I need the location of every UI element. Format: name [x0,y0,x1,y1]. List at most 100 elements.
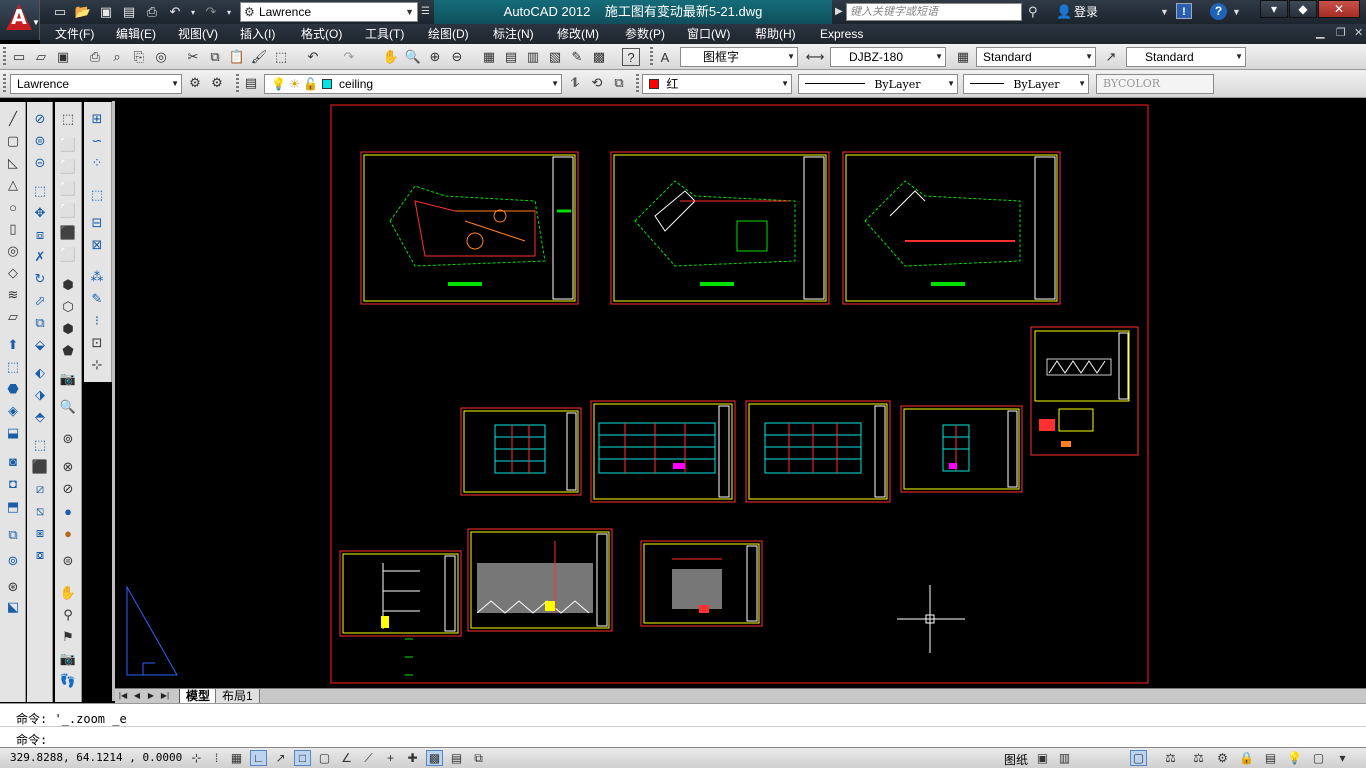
doc-restore-icon[interactable]: ❐ [1336,26,1346,39]
publish-icon[interactable]: ⎘ [130,48,148,66]
erase-icon[interactable]: ⊘ [31,110,49,128]
grid-icon[interactable]: ▦ [228,750,245,766]
table-style-combo[interactable]: Standard ▼ [976,47,1096,67]
workspace-switch-icon[interactable]: ⚙ [1214,750,1231,766]
point-icon[interactable]: ◈ [4,402,22,420]
plot-icon[interactable]: ⎙ [142,3,162,21]
redo-dropdown-icon[interactable]: ▾ [224,3,234,21]
doc-close-icon[interactable]: ✕ [1354,26,1363,39]
lineweight-toggle-icon[interactable]: ✚ [404,750,421,766]
cone-icon[interactable]: ⬜ [59,180,77,198]
sweep-icon[interactable]: ⧇ [31,546,49,564]
match-properties-icon[interactable]: 🖌 [250,48,268,66]
selection-cycling-icon[interactable]: ⧉ [470,750,487,766]
osnap-icon[interactable]: □ [294,750,311,766]
region-icon[interactable]: ◘ [4,474,22,492]
color-combo[interactable]: 红 ▼ [642,74,792,94]
workspace-dropdown[interactable]: ⚙ Lawrence ▼ [240,2,418,22]
orbit-icon[interactable]: ⊚ [59,430,77,448]
circle-icon[interactable]: ◎ [4,242,22,260]
camera-icon[interactable]: 📷 [59,370,77,388]
intersect-icon[interactable]: ⬟ [59,342,77,360]
open-icon[interactable]: ▱ [32,48,50,66]
materials-icon[interactable]: ⊜ [59,552,77,570]
snap-tracking-icon[interactable]: ⬚ [88,186,106,204]
dim-style-icon[interactable]: ⟷ [806,48,825,66]
undo-dropdown-icon[interactable]: ▾ [188,3,198,21]
markup-icon[interactable]: ✎ [568,48,586,66]
3d-osnap-icon[interactable]: ▢ [316,750,333,766]
last-tab-icon[interactable]: ▶| [159,690,171,702]
tab-layout1[interactable]: 布局1 [215,689,260,704]
revolve-icon[interactable]: ⧆ [31,524,49,542]
construction-line-icon[interactable]: ▢ [4,132,22,150]
offset-icon[interactable]: ⬚ [31,182,49,200]
subtract-icon[interactable]: ⬢ [59,320,77,338]
plotstyle-combo[interactable]: BYCOLOR [1096,74,1214,94]
layer-previous-icon[interactable]: ⟲ [588,74,606,92]
3d-polyline-icon[interactable]: ⬚ [59,110,77,128]
snap-quadrant-icon[interactable]: ⁂ [88,268,106,286]
save-icon[interactable]: ▣ [54,48,72,66]
redo-icon[interactable]: ↷ [340,48,358,66]
snap-midpoint-icon[interactable]: ∽ [88,132,106,150]
make-block-icon[interactable]: ⬣ [4,380,22,398]
snap-nearest-icon[interactable]: ⊹ [88,356,106,374]
minimize-button[interactable]: ▾ [1260,0,1288,18]
snap-mode-icon[interactable]: ⁞ [208,750,225,766]
save-as-icon[interactable]: ▤ [119,3,139,21]
box-icon[interactable]: ⊛ [4,578,22,596]
login-dropdown-icon[interactable]: ▼ [1160,3,1169,21]
login-link[interactable]: 登录 [1074,3,1098,21]
zoom-icon[interactable]: 🔍 [59,398,77,416]
torus-icon[interactable]: ⬛ [59,224,77,242]
wedge-icon[interactable]: ⬕ [4,598,22,616]
toolbar-grip[interactable] [3,74,6,94]
zoom-previous-icon[interactable]: ⊖ [448,48,466,66]
snap-insert-icon[interactable]: ⊡ [88,334,106,352]
coordinate-readout[interactable]: 329.8288, 64.1214 , 0.0000 [10,751,182,764]
redo-icon[interactable]: ↷ [201,3,221,21]
menu-dimension[interactable]: 标注(N) [493,26,534,42]
menu-express[interactable]: Express [820,26,863,42]
menu-file[interactable]: 文件(F) [55,26,94,42]
ortho-icon[interactable]: ∟ [250,750,267,766]
hatch-icon[interactable]: ⬓ [4,424,22,442]
magnifier-icon[interactable]: ⚲ [59,606,77,624]
transparency-icon[interactable]: ▩ [426,750,443,766]
otrack-icon[interactable]: ∠ [338,750,355,766]
properties-icon[interactable]: ▦ [480,48,498,66]
expand-arrow-icon[interactable]: ▶ [835,3,843,21]
mleader-style-icon[interactable]: ↗ [1102,48,1120,66]
linetype-combo[interactable]: ByLayer ▼ [798,74,958,94]
doc-minimize-icon[interactable]: ▁ [1316,26,1324,39]
menu-view[interactable]: 视图(V) [178,26,218,42]
restore-button[interactable]: ◆ [1289,0,1317,18]
dim-style-combo[interactable]: DJBZ-180 ▼ [830,47,946,67]
toolbar-grip[interactable] [650,47,653,67]
ellipse-arc-icon[interactable]: ⬆ [4,336,22,354]
polygon-icon[interactable]: △ [4,176,22,194]
revcloud-icon[interactable]: ◇ [4,264,22,282]
footprints-icon[interactable]: 👣 [59,672,77,690]
menu-help[interactable]: 帮助(H) [755,26,796,42]
toolbar-grip[interactable] [3,47,6,67]
save-icon[interactable]: ▣ [96,3,116,21]
menu-modify[interactable]: 修改(M) [557,26,599,42]
quick-view-layouts-icon[interactable]: ▣ [1034,750,1051,766]
gradient-icon[interactable]: ◙ [4,452,22,470]
drawing-canvas[interactable] [115,101,1366,688]
open-icon[interactable]: 📂 [73,3,93,21]
undo-icon[interactable]: ↶ [304,48,322,66]
plot-preview-icon[interactable]: ⌕ [108,48,126,66]
zoom-realtime-icon[interactable]: 🔍 [404,48,422,66]
table-style-icon[interactable]: ▦ [954,48,972,66]
help-icon[interactable]: ? [622,48,640,66]
isolate-objects-icon[interactable]: 💡 [1286,750,1303,766]
layer-properties-icon[interactable]: ▤ [242,74,260,92]
menu-parametric[interactable]: 参数(P) [625,26,665,42]
quick-properties-icon[interactable]: ▤ [448,750,465,766]
ducs-icon[interactable]: ⟋ [360,750,377,766]
pyramid-icon[interactable]: ⬜ [59,246,77,264]
viewport-scale-icon[interactable]: ▢ [1130,750,1147,766]
